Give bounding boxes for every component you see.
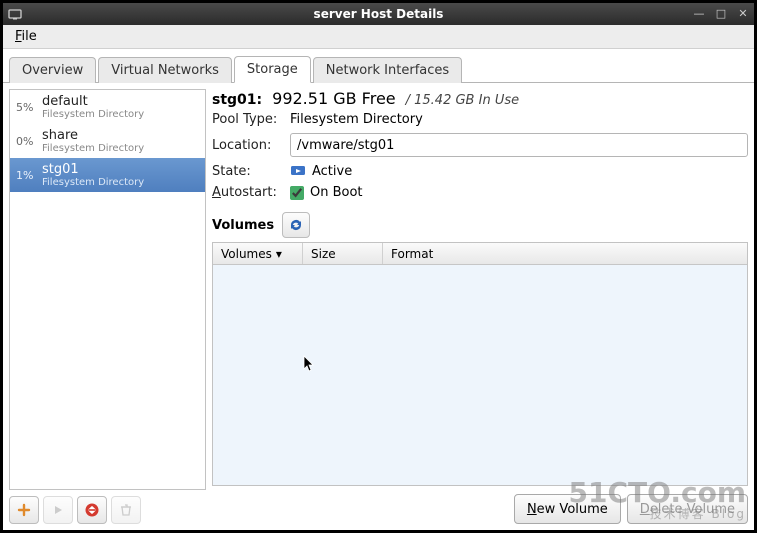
pool-type-value: Filesystem Directory bbox=[290, 112, 423, 127]
cursor-icon bbox=[303, 355, 317, 373]
pool-name: stg01 bbox=[42, 162, 144, 177]
pool-free-space: 992.51 GB Free bbox=[272, 89, 395, 108]
window-titlebar: server Host Details — □ ✕ bbox=[3, 3, 754, 25]
pool-row-share[interactable]: 0%shareFilesystem Directory bbox=[10, 124, 205, 158]
add-pool-button[interactable] bbox=[9, 496, 39, 524]
tab-overview[interactable]: Overview bbox=[9, 57, 96, 83]
pool-usage-pct: 0% bbox=[16, 135, 42, 148]
tab-virtual-networks[interactable]: Virtual Networks bbox=[98, 57, 232, 83]
pool-name: share bbox=[42, 128, 144, 143]
stop-pool-button[interactable] bbox=[77, 496, 107, 524]
volumes-table[interactable]: Volumes▾ Size Format bbox=[212, 242, 748, 486]
location-label: Location: bbox=[212, 138, 290, 153]
pool-type-label: Pool Type: bbox=[212, 112, 290, 127]
pool-type: Filesystem Directory bbox=[42, 177, 144, 188]
start-pool-button[interactable] bbox=[43, 496, 73, 524]
column-volumes[interactable]: Volumes▾ bbox=[213, 243, 303, 264]
minimize-button[interactable]: — bbox=[692, 7, 706, 21]
pool-row-stg01[interactable]: 1%stg01Filesystem Directory bbox=[10, 158, 205, 192]
tab-network-interfaces[interactable]: Network Interfaces bbox=[313, 57, 462, 83]
new-volume-button[interactable]: New Volume bbox=[514, 494, 621, 524]
pool-name-label: stg01: bbox=[212, 92, 262, 108]
autostart-label: Autostart: bbox=[212, 185, 290, 200]
menu-bar: File bbox=[3, 25, 754, 49]
pool-usage-pct: 1% bbox=[16, 169, 42, 182]
pool-type: Filesystem Directory bbox=[42, 109, 144, 120]
column-format[interactable]: Format bbox=[383, 243, 747, 264]
state-label: State: bbox=[212, 164, 290, 179]
refresh-volumes-button[interactable] bbox=[282, 212, 310, 238]
delete-volume-button[interactable]: Delete Volume bbox=[627, 494, 748, 524]
window-title: server Host Details bbox=[3, 7, 754, 21]
autostart-value: On Boot bbox=[310, 185, 363, 200]
tab-storage[interactable]: Storage bbox=[234, 56, 311, 83]
autostart-checkbox[interactable] bbox=[290, 186, 304, 200]
state-active-icon bbox=[290, 163, 306, 179]
storage-pool-list[interactable]: 5%defaultFilesystem Directory0%shareFile… bbox=[9, 89, 206, 490]
sort-indicator-icon: ▾ bbox=[276, 247, 282, 261]
maximize-button[interactable]: □ bbox=[714, 7, 728, 21]
volumes-table-body[interactable] bbox=[213, 265, 747, 485]
volumes-label: Volumes bbox=[212, 218, 274, 233]
menu-file[interactable]: File bbox=[9, 27, 43, 46]
tab-bar: Overview Virtual Networks Storage Networ… bbox=[3, 55, 754, 83]
pool-usage-pct: 5% bbox=[16, 101, 42, 114]
close-button[interactable]: ✕ bbox=[736, 7, 750, 21]
column-size[interactable]: Size bbox=[303, 243, 383, 264]
pool-row-default[interactable]: 5%defaultFilesystem Directory bbox=[10, 90, 205, 124]
pool-name: default bbox=[42, 94, 144, 109]
pool-type: Filesystem Directory bbox=[42, 143, 144, 154]
delete-pool-button[interactable] bbox=[111, 496, 141, 524]
state-value: Active bbox=[312, 164, 352, 179]
location-input[interactable] bbox=[290, 133, 748, 157]
pool-inuse-space: / 15.42 GB In Use bbox=[406, 93, 519, 108]
